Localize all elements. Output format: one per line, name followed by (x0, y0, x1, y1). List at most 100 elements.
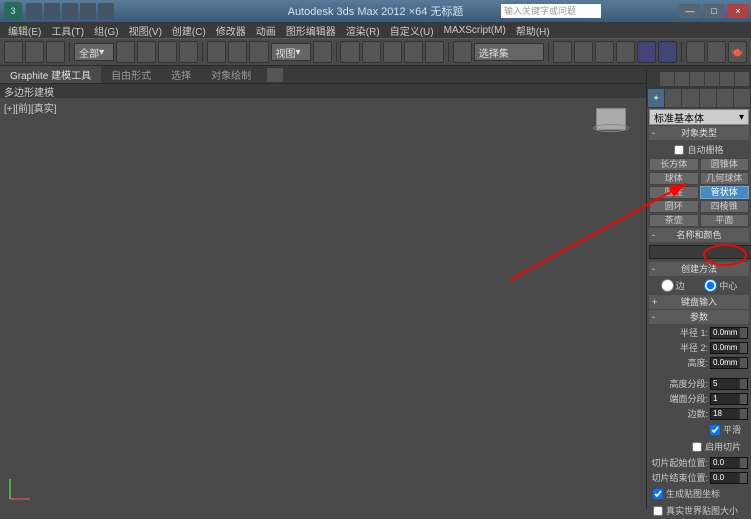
hierarchy-tab-icon[interactable] (682, 89, 698, 107)
category-dropdown[interactable]: 标准基本体▾ (649, 109, 749, 125)
named-selection-dropdown[interactable]: 选择集 (474, 43, 544, 61)
cp-util-icon-2[interactable] (675, 72, 689, 86)
edge-radio[interactable]: 边 (661, 279, 685, 292)
ribbon-tab-graphite[interactable]: Graphite 建模工具 (0, 66, 101, 83)
viewcube[interactable] (596, 108, 626, 130)
teapot-button[interactable]: 茶壶 (649, 214, 699, 227)
menu-group[interactable]: 组(G) (90, 23, 122, 38)
select-name-icon[interactable] (137, 41, 156, 63)
pyramid-button[interactable]: 四棱锥 (700, 200, 750, 213)
rollout-keyboard[interactable]: +键盘输入 (649, 295, 749, 309)
object-name-input[interactable] (649, 245, 751, 259)
rollout-name-color[interactable]: -名称和颜色 (649, 228, 749, 242)
schematic-view-icon[interactable] (637, 41, 656, 63)
percent-snap-icon[interactable] (404, 41, 423, 63)
menu-create[interactable]: 创建(C) (168, 23, 210, 38)
unlink-icon[interactable] (25, 41, 44, 63)
rollout-creation-method[interactable]: -创建方法 (649, 262, 749, 276)
material-editor-icon[interactable] (658, 41, 677, 63)
slice-from-spinner[interactable]: 0.0 (710, 457, 748, 469)
smooth-checkbox[interactable] (710, 425, 720, 435)
render-setup-icon[interactable] (686, 41, 705, 63)
real-world-checkbox[interactable] (653, 506, 663, 516)
torus-button[interactable]: 圆环 (649, 200, 699, 213)
auto-grid-checkbox[interactable] (674, 145, 684, 155)
named-sets-icon[interactable] (453, 41, 472, 63)
maximize-button[interactable]: □ (703, 4, 725, 18)
app-menu-icon[interactable]: 3 (4, 2, 22, 20)
cp-util-icon-5[interactable] (720, 72, 734, 86)
selection-filter-dropdown[interactable]: 全部 ▾ (74, 43, 114, 61)
menu-tools[interactable]: 工具(T) (47, 23, 88, 38)
menu-maxscript[interactable]: MAXScript(M) (440, 25, 510, 36)
render-icon[interactable]: 🫖 (728, 41, 747, 63)
ref-coord-dropdown[interactable]: 视图 ▾ (271, 43, 311, 61)
ribbon-tab-paint[interactable]: 对象绘制 (201, 66, 261, 83)
radius1-spinner[interactable]: 0.0mm (710, 327, 748, 339)
motion-tab-icon[interactable] (700, 89, 716, 107)
height-segs-spinner[interactable]: 5 (710, 378, 748, 390)
gen-uv-checkbox[interactable] (653, 489, 663, 499)
cp-util-icon-3[interactable] (690, 72, 704, 86)
rollout-parameters[interactable]: -参数 (649, 310, 749, 324)
utilities-tab-icon[interactable] (734, 89, 750, 107)
mirror-icon[interactable] (553, 41, 572, 63)
tube-button[interactable]: 管状体 (700, 186, 750, 199)
cylinder-button[interactable]: 圆柱 (649, 186, 699, 199)
minimize-button[interactable]: — (679, 4, 701, 18)
qat-undo-icon[interactable] (80, 3, 96, 19)
geosphere-button[interactable]: 几何球体 (700, 172, 750, 185)
slice-to-spinner[interactable]: 0.0 (710, 472, 748, 484)
render-frame-icon[interactable] (707, 41, 726, 63)
manipulate-icon[interactable] (340, 41, 359, 63)
slice-on-checkbox[interactable] (692, 442, 702, 452)
rotate-icon[interactable] (228, 41, 247, 63)
menu-rendering[interactable]: 渲染(R) (342, 23, 384, 38)
qat-new-icon[interactable] (26, 3, 42, 19)
modify-tab-icon[interactable] (665, 89, 681, 107)
snap-toggle-icon[interactable] (362, 41, 381, 63)
window-crossing-icon[interactable] (179, 41, 198, 63)
angle-snap-icon[interactable] (383, 41, 402, 63)
ribbon-tab-selection[interactable]: 选择 (161, 66, 201, 83)
create-tab-icon[interactable]: ✦ (648, 89, 664, 107)
align-icon[interactable] (574, 41, 593, 63)
menu-edit[interactable]: 编辑(E) (4, 23, 45, 38)
height-spinner[interactable]: 0.0mm (710, 357, 748, 369)
plane-button[interactable]: 平面 (700, 214, 750, 227)
viewport[interactable]: [+][前][真实] (0, 98, 646, 509)
ribbon-expand-icon[interactable] (267, 68, 283, 82)
menu-modifiers[interactable]: 修改器 (212, 23, 250, 38)
box-button[interactable]: 长方体 (649, 158, 699, 171)
scale-icon[interactable] (249, 41, 268, 63)
help-search-input[interactable]: 输入关键字或问题 (501, 4, 601, 18)
cap-segs-spinner[interactable]: 1 (710, 393, 748, 405)
select-object-icon[interactable] (116, 41, 135, 63)
close-button[interactable]: × (727, 4, 749, 18)
menu-graph-editors[interactable]: 图形编辑器 (282, 23, 340, 38)
menu-help[interactable]: 帮助(H) (512, 23, 554, 38)
bind-spacewarp-icon[interactable] (46, 41, 65, 63)
cp-util-icon-1[interactable] (660, 72, 674, 86)
cone-button[interactable]: 圆锥体 (700, 158, 750, 171)
menu-view[interactable]: 视图(V) (125, 23, 166, 38)
rollout-object-type[interactable]: -对象类型 (649, 126, 749, 140)
cp-util-icon-6[interactable] (735, 72, 749, 86)
qat-save-icon[interactable] (62, 3, 78, 19)
select-region-icon[interactable] (158, 41, 177, 63)
link-icon[interactable] (4, 41, 23, 63)
ribbon-tab-freeform[interactable]: 自由形式 (101, 66, 161, 83)
layers-icon[interactable] (595, 41, 614, 63)
qat-redo-icon[interactable] (98, 3, 114, 19)
curve-editor-icon[interactable] (616, 41, 635, 63)
sides-spinner[interactable]: 18 (710, 408, 748, 420)
radius2-spinner[interactable]: 0.0mm (710, 342, 748, 354)
sphere-button[interactable]: 球体 (649, 172, 699, 185)
menu-animation[interactable]: 动画 (252, 23, 280, 38)
qat-open-icon[interactable] (44, 3, 60, 19)
center-radio[interactable]: 中心 (704, 279, 737, 292)
pivot-center-icon[interactable] (313, 41, 332, 63)
viewport-label[interactable]: [+][前][真实] (4, 100, 57, 115)
menu-customize[interactable]: 自定义(U) (386, 23, 438, 38)
move-icon[interactable] (207, 41, 226, 63)
